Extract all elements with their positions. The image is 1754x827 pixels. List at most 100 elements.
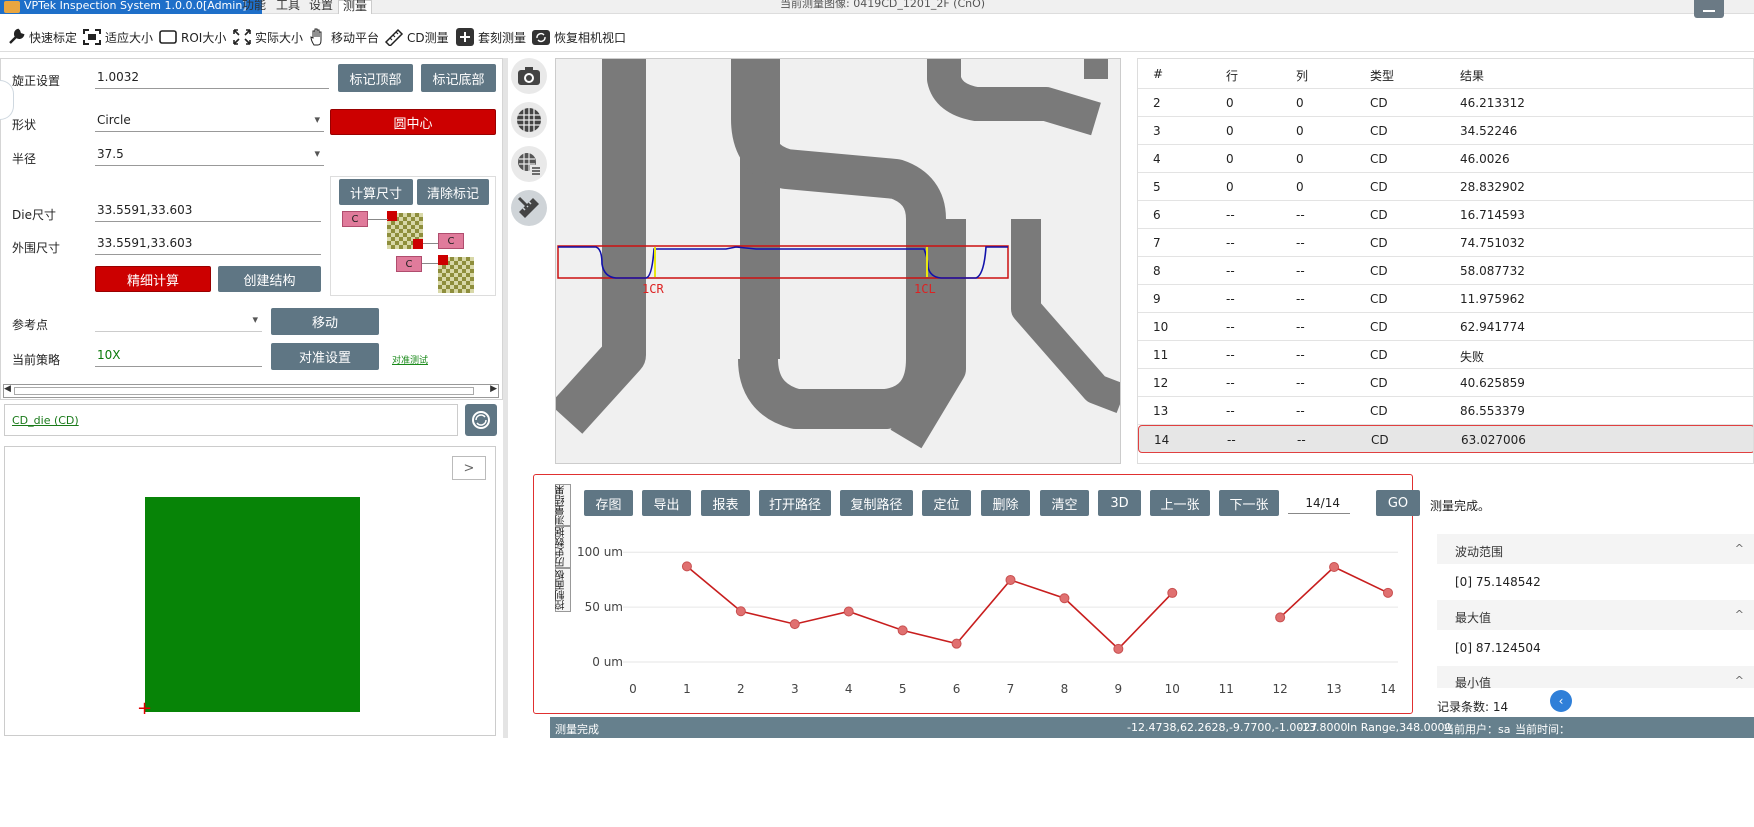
data-point[interactable] <box>951 638 962 649</box>
cd-measure-button[interactable]: CD测量 <box>384 26 449 48</box>
table-row[interactable]: 3 0 0 CD 34.52246 <box>1138 117 1753 145</box>
table-row[interactable]: 12 -- -- CD 40.625859 <box>1138 369 1753 397</box>
mark-top-button[interactable]: 标记顶部 <box>338 64 413 92</box>
page-input[interactable]: 14/14 <box>1288 492 1350 514</box>
quick-calib-button[interactable]: 快速标定 <box>6 26 77 48</box>
overlay-measure-button[interactable]: 套刻测量 <box>455 26 526 48</box>
camera-image-view[interactable]: 1CR 1CL <box>555 58 1121 464</box>
move-stage-button[interactable]: 移动平台 <box>308 26 379 48</box>
table-row[interactable]: 8 -- -- CD 58.087732 <box>1138 257 1753 285</box>
radius-select[interactable]: 37.5 <box>95 144 324 166</box>
menu-function[interactable]: 功能 <box>242 0 266 14</box>
menu-tools[interactable]: 工具 <box>276 0 300 14</box>
camera-button[interactable] <box>511 58 547 94</box>
circle-center-button[interactable]: 圆中心 <box>330 109 496 135</box>
table-row[interactable]: 11 -- -- CD 失败 <box>1138 341 1753 369</box>
collapse-stats-icon[interactable]: ‹ <box>1550 690 1572 712</box>
minimize-button[interactable] <box>1694 0 1724 18</box>
col-header-type[interactable]: 类型 <box>1370 67 1394 84</box>
table-row[interactable]: 9 -- -- CD 11.975962 <box>1138 285 1753 313</box>
table-cell: 63.027006 <box>1461 433 1526 447</box>
open-path-button[interactable]: 打开路径 <box>759 490 831 516</box>
move-button[interactable]: 移动 <box>271 308 379 335</box>
data-point[interactable] <box>681 561 692 572</box>
horizontal-scrollbar[interactable]: ◀ ▶ <box>3 384 499 398</box>
fit-frame-icon <box>82 28 102 46</box>
data-point[interactable] <box>789 619 800 630</box>
rotation-input[interactable]: 1.0032 <box>95 67 329 89</box>
menu-measure[interactable]: 测量 <box>338 0 373 14</box>
col-header-index[interactable]: # <box>1153 67 1163 81</box>
calc-size-button[interactable]: 计算尺寸 <box>339 179 413 205</box>
go-button[interactable]: GO <box>1376 490 1420 516</box>
menu-settings[interactable]: 设置 <box>309 0 333 14</box>
prev-image-button[interactable]: 上一张 <box>1150 490 1210 516</box>
die-size-input[interactable]: 33.5591,33.603 <box>95 200 321 222</box>
data-point[interactable] <box>1059 593 1070 604</box>
table-cell: 4 <box>1153 152 1161 166</box>
view-3d-button[interactable]: 3D <box>1098 490 1141 516</box>
fit-size-button[interactable]: 适应大小 <box>82 26 153 48</box>
die-size-label: Die尺寸 <box>12 208 56 222</box>
ref-point-select[interactable] <box>95 310 262 332</box>
table-row[interactable]: 2 0 0 CD 46.213312 <box>1138 89 1753 117</box>
fine-calc-button[interactable]: 精细计算 <box>95 266 211 292</box>
col-header-col[interactable]: 列 <box>1296 67 1308 84</box>
table-cell: CD <box>1370 96 1388 110</box>
status-z: -13.8000 <box>1298 721 1348 734</box>
scroll-right-icon[interactable]: ▶ <box>490 384 497 394</box>
locate-button[interactable]: 定位 <box>922 490 971 516</box>
strategy-input[interactable]: 10X <box>95 345 262 367</box>
data-point[interactable] <box>843 606 854 617</box>
copy-path-button[interactable]: 复制路径 <box>840 490 913 516</box>
roi-size-button[interactable]: ROI大小 <box>158 26 226 48</box>
structure-refresh-button[interactable] <box>465 404 497 436</box>
preview-next-button[interactable]: > <box>452 456 486 480</box>
col-header-result[interactable]: 结果 <box>1460 67 1484 84</box>
shape-select[interactable]: Circle <box>95 110 324 132</box>
corner-marker <box>438 255 448 265</box>
next-image-button[interactable]: 下一张 <box>1219 490 1279 516</box>
export-button[interactable]: 导出 <box>642 490 691 516</box>
align-test-link[interactable]: 对准测试 <box>392 353 428 366</box>
data-point[interactable] <box>1275 612 1286 623</box>
breadcrumb-link[interactable]: CD_die (CD) <box>12 414 79 427</box>
save-image-button[interactable]: 存图 <box>584 490 633 516</box>
report-button[interactable]: 报表 <box>701 490 750 516</box>
restore-view-button[interactable]: 恢复相机视口 <box>531 26 626 48</box>
grid-list-button[interactable] <box>511 146 547 182</box>
table-row[interactable]: 5 0 0 CD 28.832902 <box>1138 173 1753 201</box>
tab-measure-results[interactable]: 测量结果 <box>555 484 571 526</box>
table-row[interactable]: 6 -- -- CD 16.714593 <box>1138 201 1753 229</box>
delete-button[interactable]: 删除 <box>981 490 1030 516</box>
table-row[interactable]: 14 -- -- CD 63.027006 <box>1138 425 1753 453</box>
table-row[interactable]: 4 0 0 CD 46.0026 <box>1138 145 1753 173</box>
ruler-pencil-icon <box>517 196 539 218</box>
mark-bottom-button[interactable]: 标记底部 <box>421 64 496 92</box>
clear-button[interactable]: 清空 <box>1040 490 1089 516</box>
data-point[interactable] <box>1167 587 1178 598</box>
scroll-thumb[interactable] <box>14 387 474 395</box>
actual-size-button[interactable]: 实际大小 <box>232 26 303 48</box>
data-point[interactable] <box>1383 587 1393 598</box>
range-group-header[interactable]: 波动范围 <box>1437 534 1754 564</box>
data-point[interactable] <box>735 606 746 617</box>
min-group-header[interactable]: 最小值 <box>1437 666 1754 690</box>
table-row[interactable]: 10 -- -- CD 62.941774 <box>1138 313 1753 341</box>
measure-tool-button[interactable] <box>511 190 547 226</box>
table-cell: 6 <box>1153 208 1161 222</box>
col-header-row[interactable]: 行 <box>1226 67 1238 84</box>
create-struct-button[interactable]: 创建结构 <box>218 266 321 292</box>
grid-button[interactable] <box>511 102 547 138</box>
align-settings-button[interactable]: 对准设置 <box>271 343 379 370</box>
table-row[interactable]: 7 -- -- CD 74.751032 <box>1138 229 1753 257</box>
data-point[interactable] <box>1113 643 1124 654</box>
data-point[interactable] <box>1005 574 1016 585</box>
outer-size-input[interactable]: 33.5591,33.603 <box>95 233 321 255</box>
clear-marks-button[interactable]: 清除标记 <box>417 179 489 205</box>
data-point[interactable] <box>897 625 908 636</box>
max-group-header[interactable]: 最大值 <box>1437 600 1754 630</box>
scroll-left-icon[interactable]: ◀ <box>4 384 11 394</box>
data-point[interactable] <box>1329 561 1340 572</box>
table-row[interactable]: 13 -- -- CD 86.553379 <box>1138 397 1753 425</box>
